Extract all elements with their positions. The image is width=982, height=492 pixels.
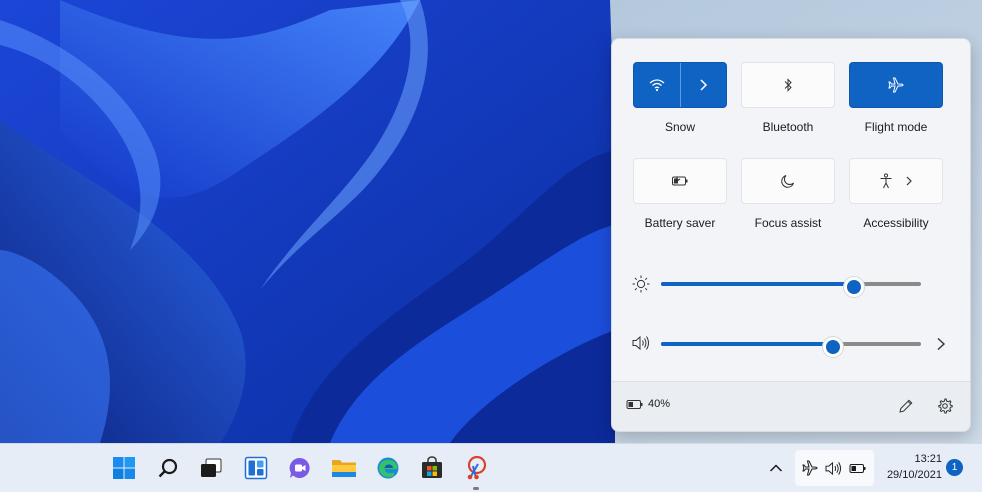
search-button[interactable] bbox=[153, 453, 183, 483]
sun-icon bbox=[632, 275, 650, 293]
focus-assist-tile[interactable] bbox=[741, 158, 835, 204]
wifi-networks-button[interactable] bbox=[680, 63, 726, 107]
pencil-icon[interactable] bbox=[898, 398, 914, 414]
wifi-tile[interactable] bbox=[633, 62, 727, 108]
brightness-slider[interactable] bbox=[661, 277, 921, 297]
gear-icon[interactable] bbox=[937, 398, 953, 414]
wifi-icon bbox=[649, 79, 665, 92]
tile-label-focus-assist: Focus assist bbox=[754, 216, 822, 230]
widgets-icon bbox=[244, 456, 268, 480]
battery-saver-icon bbox=[672, 175, 688, 186]
clock-date: 29/10/2021 bbox=[886, 469, 942, 481]
quick-settings-footer: 40% bbox=[612, 381, 970, 431]
system-tray-group[interactable] bbox=[795, 450, 874, 486]
airplane-icon bbox=[802, 460, 818, 476]
chat-icon bbox=[289, 457, 310, 478]
task-view-icon bbox=[201, 458, 222, 477]
snipping-tool-button[interactable] bbox=[461, 453, 491, 483]
volume-slider[interactable] bbox=[661, 337, 921, 357]
tile-label-battery-saver: Battery saver bbox=[644, 216, 716, 230]
start-button[interactable] bbox=[109, 453, 139, 483]
battery-icon bbox=[849, 463, 866, 473]
audio-output-chevron-icon[interactable] bbox=[936, 337, 946, 351]
notification-badge[interactable]: 1 bbox=[946, 459, 963, 476]
file-explorer-icon bbox=[332, 460, 356, 477]
quick-settings-panel: Snow Bluetooth Flight mode Battery saver… bbox=[611, 38, 971, 432]
snipping-tool-icon bbox=[467, 456, 487, 480]
volume-slider-thumb[interactable] bbox=[823, 337, 843, 357]
file-explorer-button[interactable] bbox=[329, 453, 359, 483]
clock-time: 13:21 bbox=[914, 453, 942, 465]
edge-button[interactable] bbox=[373, 453, 403, 483]
search-icon bbox=[158, 458, 178, 478]
speaker-icon bbox=[825, 461, 841, 475]
battery-icon bbox=[626, 399, 643, 409]
store-button[interactable] bbox=[417, 453, 447, 483]
chevron-right-icon bbox=[700, 79, 708, 91]
bluetooth-tile[interactable] bbox=[741, 62, 835, 108]
battery-saver-tile[interactable] bbox=[633, 158, 727, 204]
task-view-button[interactable] bbox=[196, 453, 226, 483]
accessibility-tile[interactable] bbox=[849, 158, 943, 204]
brightness-slider-fill bbox=[661, 282, 851, 286]
bluetooth-icon bbox=[784, 78, 792, 92]
moon-icon bbox=[781, 175, 794, 188]
tile-label-accessibility: Accessibility bbox=[863, 216, 929, 230]
chevron-up-icon[interactable] bbox=[769, 463, 783, 473]
tile-label-wifi: Snow bbox=[664, 120, 696, 134]
flight-mode-tile[interactable] bbox=[849, 62, 943, 108]
tile-label-flight-mode: Flight mode bbox=[864, 120, 928, 134]
volume-slider-fill bbox=[661, 342, 830, 346]
battery-percentage: 40% bbox=[648, 398, 671, 410]
battery-status[interactable]: 40% bbox=[626, 398, 670, 410]
speaker-icon bbox=[632, 335, 649, 351]
taskbar: 13:21 29/10/2021 1 bbox=[0, 443, 982, 492]
tile-label-bluetooth: Bluetooth bbox=[762, 120, 814, 134]
clock[interactable]: 13:21 29/10/2021 bbox=[880, 451, 942, 483]
widgets-button[interactable] bbox=[241, 453, 271, 483]
start-icon bbox=[113, 457, 135, 479]
brightness-slider-thumb[interactable] bbox=[843, 277, 864, 297]
airplane-icon bbox=[888, 77, 904, 93]
chat-button[interactable] bbox=[285, 453, 315, 483]
wifi-toggle[interactable] bbox=[634, 63, 680, 107]
edge-icon bbox=[377, 457, 399, 479]
chevron-right-icon bbox=[906, 176, 912, 186]
running-indicator bbox=[473, 487, 479, 490]
store-icon bbox=[422, 456, 442, 478]
accessibility-icon bbox=[880, 173, 892, 189]
